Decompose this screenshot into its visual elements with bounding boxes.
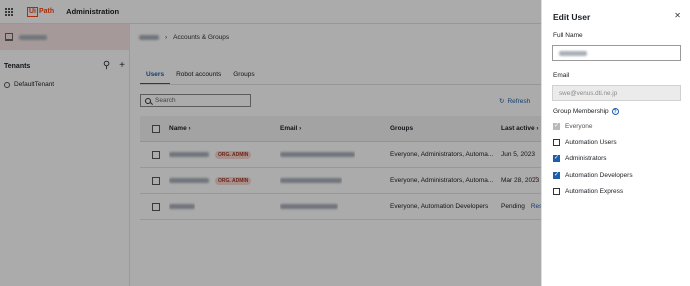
group-label: Automation Developers <box>565 172 633 179</box>
group-checkbox-everyone: ✓ Everyone <box>553 123 592 130</box>
checkbox[interactable]: ✓ <box>553 172 560 179</box>
close-icon[interactable]: ✕ <box>674 11 681 20</box>
group-membership-label: Group Membership ? <box>553 108 619 115</box>
group-checkbox-automation-developers[interactable]: ✓ Automation Developers <box>553 172 633 179</box>
group-checkbox-automation-express[interactable]: Automation Express <box>553 188 623 195</box>
group-checkbox-automation-users[interactable]: Automation Users <box>553 139 617 146</box>
email-label: Email <box>553 72 570 79</box>
group-label: Automation Users <box>565 139 617 146</box>
full-name-label: Full Name <box>553 32 583 39</box>
group-label: Everyone <box>565 123 593 130</box>
group-label: Administrators <box>565 155 607 162</box>
annotation-arrow: → <box>530 171 539 181</box>
checkbox[interactable]: ✓ <box>553 155 560 162</box>
info-icon[interactable]: ? <box>611 108 619 115</box>
full-name-value-redacted <box>559 50 587 56</box>
modal-overlay[interactable] <box>0 0 541 286</box>
group-checkbox-administrators[interactable]: ✓ Administrators <box>553 155 607 162</box>
full-name-input[interactable] <box>552 45 681 61</box>
checkbox: ✓ <box>553 123 560 130</box>
group-membership-text: Group Membership <box>553 108 609 115</box>
checkbox[interactable] <box>553 188 560 195</box>
email-value: swe@venus.dti.ne.jp <box>559 89 618 97</box>
drawer-title: Edit User <box>553 12 591 22</box>
group-label: Automation Express <box>565 188 624 195</box>
edit-user-drawer: Edit User ✕ Full Name Email swe@venus.dt… <box>541 0 690 286</box>
email-field: swe@venus.dti.ne.jp <box>552 85 681 101</box>
checkbox[interactable] <box>553 139 560 146</box>
